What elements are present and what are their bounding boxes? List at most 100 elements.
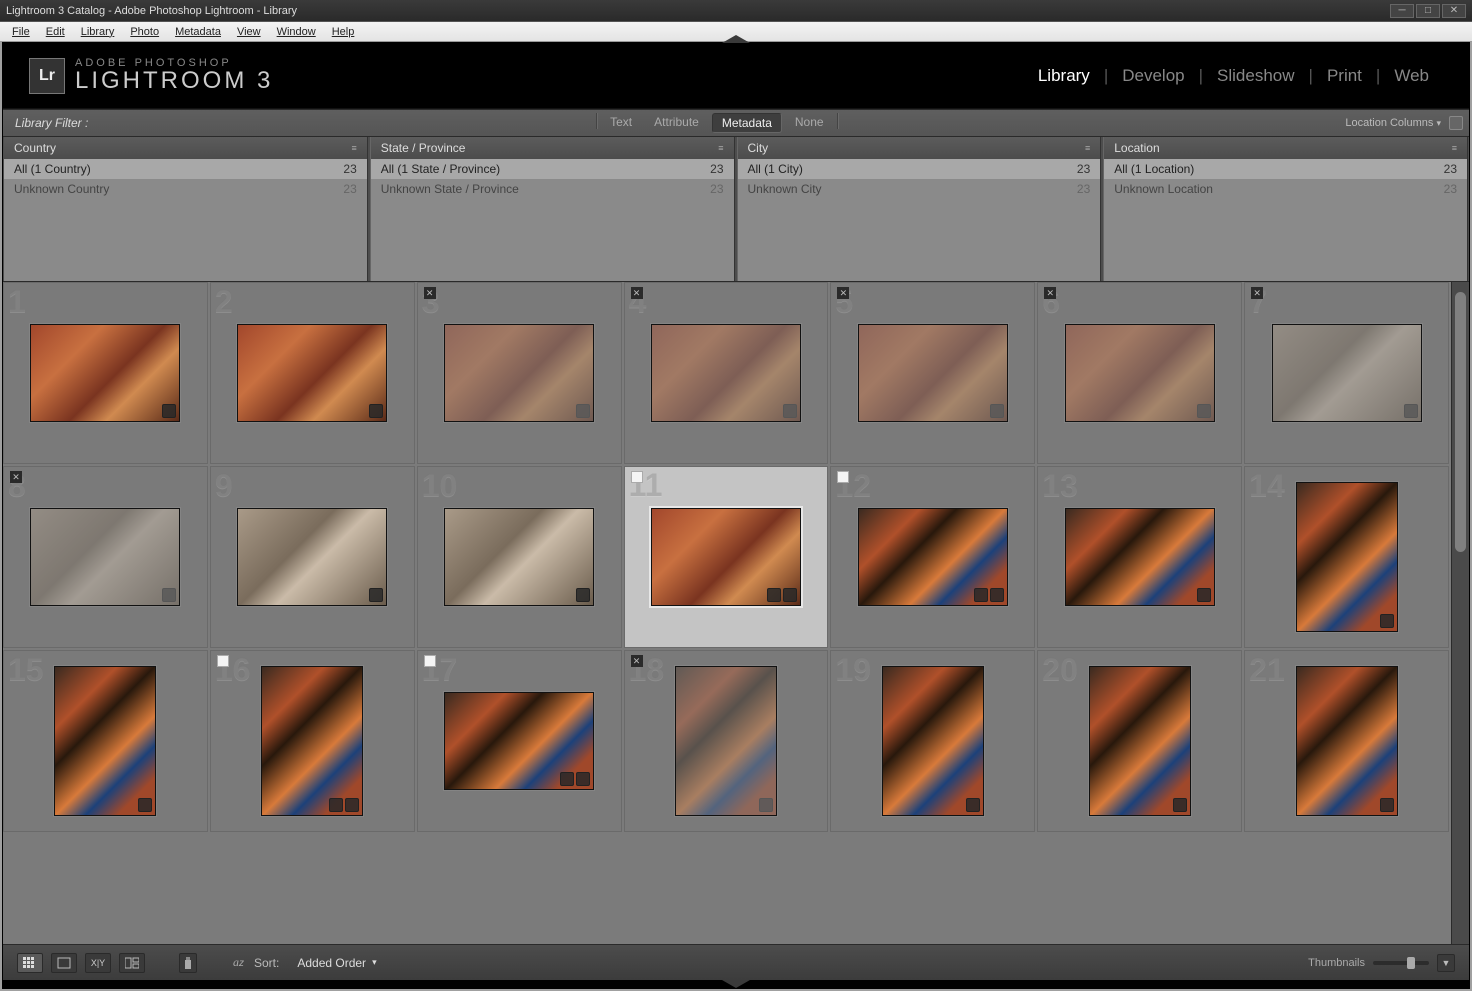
thumbnail-image[interactable] [30,508,180,606]
module-library[interactable]: Library [1024,66,1104,86]
metadata-badge-icon[interactable] [369,588,383,602]
thumbnail-image[interactable] [444,692,594,790]
maximize-button[interactable]: □ [1416,4,1440,18]
metadata-badge-icon[interactable] [576,404,590,418]
thumbnail-image[interactable] [237,324,387,422]
thumbnail-cell[interactable]: 11 [624,466,829,648]
filter-row[interactable]: All (1 Country)23 [4,159,367,179]
filter-row[interactable]: All (1 State / Province)23 [371,159,734,179]
filter-tab-none[interactable]: None [786,113,833,133]
thumbnail-cell[interactable]: 17 [417,650,622,832]
metadata-badge-icon[interactable] [576,588,590,602]
metadata-badge-icon[interactable] [767,588,781,602]
thumbnail-image[interactable] [54,666,156,816]
filter-row[interactable]: Unknown State / Province23 [371,179,734,199]
pick-flag-icon[interactable] [631,471,643,483]
thumbnail-image[interactable] [858,508,1008,606]
module-print[interactable]: Print [1313,66,1376,86]
thumbnail-cell[interactable]: 9 [210,466,415,648]
thumbnail-cell[interactable]: 3✕ [417,282,622,464]
module-develop[interactable]: Develop [1108,66,1198,86]
filter-row[interactable]: All (1 Location)23 [1104,159,1467,179]
thumbnail-image[interactable] [651,508,801,606]
thumbnail-image[interactable] [1296,666,1398,816]
loupe-view-button[interactable] [51,953,77,973]
thumbnail-cell[interactable]: 2 [210,282,415,464]
menu-help[interactable]: Help [324,24,363,40]
collapse-bottom[interactable] [3,980,1469,988]
filter-tab-attribute[interactable]: Attribute [645,113,708,133]
develop-badge-icon[interactable] [783,588,797,602]
thumbnail-image[interactable] [882,666,984,816]
reject-flag-icon[interactable]: ✕ [631,655,643,667]
thumbnail-image[interactable] [1089,666,1191,816]
filter-tab-text[interactable]: Text [601,113,641,133]
thumbnail-image[interactable] [675,666,777,816]
thumbnail-cell[interactable]: 20 [1037,650,1242,832]
compare-view-button[interactable]: X|Y [85,953,111,973]
thumbnail-image[interactable] [1272,324,1422,422]
menu-library[interactable]: Library [73,24,123,40]
menu-file[interactable]: File [4,24,38,40]
thumbnail-image[interactable] [1296,482,1398,632]
thumbnail-image[interactable] [237,508,387,606]
thumbnail-cell[interactable]: 19 [830,650,1035,832]
module-web[interactable]: Web [1380,66,1443,86]
thumbnail-cell[interactable]: 7✕ [1244,282,1449,464]
menu-edit[interactable]: Edit [38,24,73,40]
metadata-badge-icon[interactable] [162,404,176,418]
pick-flag-icon[interactable] [217,655,229,667]
thumbnail-image[interactable] [30,324,180,422]
collapse-top-icon[interactable] [722,35,750,43]
scrollbar-thumb[interactable] [1455,292,1466,552]
filter-column-menu-icon[interactable]: ≡ [718,143,723,153]
thumbnail-size-slider[interactable] [1373,961,1429,965]
thumbnail-cell[interactable]: 13 [1037,466,1242,648]
menu-view[interactable]: View [229,24,269,40]
pick-flag-icon[interactable] [837,471,849,483]
metadata-badge-icon[interactable] [1404,404,1418,418]
module-slideshow[interactable]: Slideshow [1203,66,1309,86]
metadata-badge-icon[interactable] [162,588,176,602]
menu-photo[interactable]: Photo [122,24,167,40]
close-button[interactable]: ✕ [1442,4,1466,18]
thumbnail-cell[interactable]: 16 [210,650,415,832]
metadata-badge-icon[interactable] [990,404,1004,418]
sort-order-select[interactable]: Added Order▾ [287,956,386,970]
metadata-badge-icon[interactable] [974,588,988,602]
thumbnail-cell[interactable]: 10 [417,466,622,648]
filter-preset-select[interactable]: Location Columns ▾ [1345,117,1441,129]
thumbnail-image[interactable] [444,324,594,422]
survey-view-button[interactable] [119,953,145,973]
thumbnail-cell[interactable]: 6✕ [1037,282,1242,464]
menu-metadata[interactable]: Metadata [167,24,229,40]
metadata-badge-icon[interactable] [369,404,383,418]
toolbar-menu-button[interactable]: ▼ [1437,954,1455,972]
develop-badge-icon[interactable] [576,772,590,786]
filter-column-header[interactable]: Location≡ [1104,137,1467,159]
filter-row[interactable]: Unknown Location23 [1104,179,1467,199]
develop-badge-icon[interactable] [345,798,359,812]
pick-flag-icon[interactable] [424,655,436,667]
thumbnail-cell[interactable]: 21 [1244,650,1449,832]
slider-knob[interactable] [1407,957,1415,969]
filter-tab-metadata[interactable]: Metadata [712,113,782,133]
thumbnail-cell[interactable]: 1 [3,282,208,464]
thumbnail-image[interactable] [1065,324,1215,422]
metadata-badge-icon[interactable] [966,798,980,812]
filter-column-header[interactable]: State / Province≡ [371,137,734,159]
grid-scrollbar[interactable] [1451,282,1469,944]
thumbnail-image[interactable] [858,324,1008,422]
thumbnail-cell[interactable]: 12 [830,466,1035,648]
filter-row[interactable]: Unknown Country23 [4,179,367,199]
metadata-badge-icon[interactable] [329,798,343,812]
metadata-badge-icon[interactable] [1197,588,1211,602]
reject-flag-icon[interactable]: ✕ [424,287,436,299]
metadata-badge-icon[interactable] [1197,404,1211,418]
thumbnail-image[interactable] [651,324,801,422]
thumbnail-cell[interactable]: 15 [3,650,208,832]
filter-column-menu-icon[interactable]: ≡ [351,143,356,153]
painter-tool-button[interactable] [179,953,197,973]
metadata-badge-icon[interactable] [783,404,797,418]
metadata-badge-icon[interactable] [1380,798,1394,812]
